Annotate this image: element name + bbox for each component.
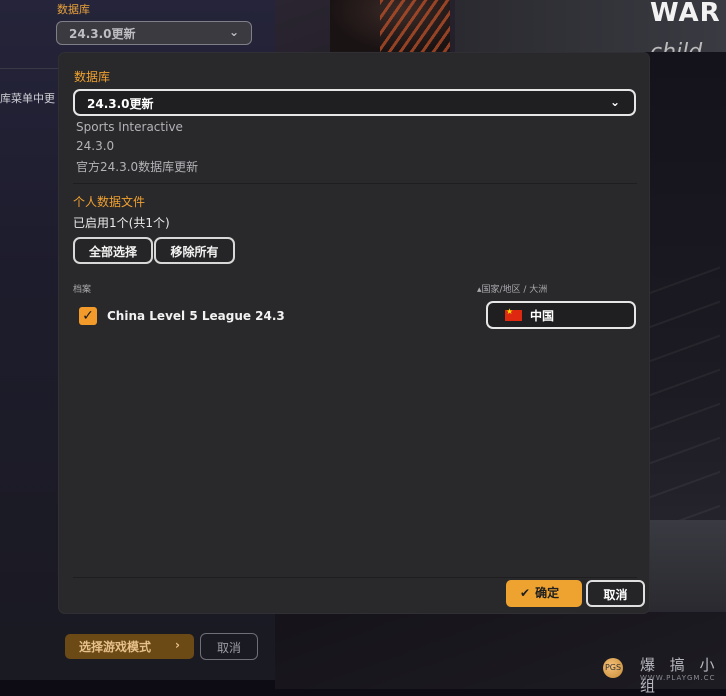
chevron-right-icon: › xyxy=(175,638,180,652)
database-label: 数据库 xyxy=(74,70,111,84)
database-select[interactable]: 24.3.0更新 ⌄ xyxy=(73,89,636,116)
database-publisher: Sports Interactive xyxy=(76,120,183,134)
database-select-value: 24.3.0更新 xyxy=(87,97,154,111)
ok-button[interactable]: ✔ 确定 xyxy=(506,580,582,607)
sidebar-database-select[interactable]: 24.3.0更新 ⌄ xyxy=(56,21,252,45)
watermark-logo: PGS xyxy=(603,658,623,678)
database-dialog: 数据库 24.3.0更新 ⌄ Sports Interactive 24.3.0… xyxy=(59,53,649,613)
enabled-count: 已启用1个(共1个) xyxy=(73,216,170,230)
sidebar-divider xyxy=(0,68,60,69)
background-lines xyxy=(650,260,720,560)
personal-files-label: 个人数据文件 xyxy=(73,195,146,209)
select-game-mode-label: 选择游戏模式 xyxy=(79,640,152,654)
cancel-button[interactable]: 取消 xyxy=(586,580,645,607)
chevron-down-icon: ⌄ xyxy=(228,25,239,39)
select-game-mode-button[interactable]: 选择游戏模式 › xyxy=(65,634,194,659)
file-checkbox[interactable]: ✓ xyxy=(79,307,97,325)
footer-divider xyxy=(73,577,637,578)
country-select[interactable]: 中国 xyxy=(486,301,636,329)
banner-war-text: WAR xyxy=(650,0,721,28)
database-description: 官方24.3.0数据库更新 xyxy=(76,160,199,174)
remove-all-button[interactable]: 移除所有 xyxy=(154,237,235,264)
files-column-header[interactable]: 档案 xyxy=(73,282,91,295)
chevron-down-icon: ⌄ xyxy=(609,95,620,109)
sidebar-database-value: 24.3.0更新 xyxy=(69,27,136,41)
sidebar-cancel-button[interactable]: 取消 xyxy=(200,633,258,660)
checkmark-icon: ✓ xyxy=(82,308,94,324)
file-name: China Level 5 League 24.3 xyxy=(107,309,285,323)
database-version: 24.3.0 xyxy=(76,139,115,153)
sidebar-database-label: 数据库 xyxy=(57,3,90,16)
background-stand xyxy=(650,520,726,610)
check-icon: ✔ xyxy=(520,586,531,600)
country-name: 中国 xyxy=(530,309,555,323)
section-divider xyxy=(73,183,637,184)
select-all-button[interactable]: 全部选择 xyxy=(73,237,153,264)
background-stripe xyxy=(380,0,450,52)
sidebar-menu-text: 库菜单中更 xyxy=(0,92,55,105)
watermark-url: WWW.PLAYGM.CC xyxy=(640,674,716,682)
ok-label: 确定 xyxy=(535,586,560,600)
country-column-header[interactable]: ▴国家/地区 / 大洲 xyxy=(477,282,547,295)
china-flag-icon xyxy=(505,307,522,321)
